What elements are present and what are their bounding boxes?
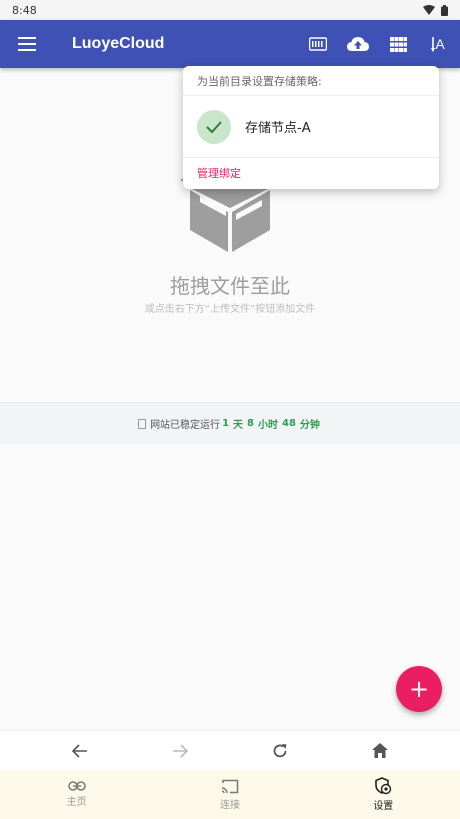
back-button[interactable]	[60, 736, 100, 766]
home-icon	[372, 743, 388, 758]
storage-policy-button[interactable]	[306, 32, 330, 56]
uptime-minutes-unit: 分钟	[299, 420, 320, 431]
storage-node-option[interactable]: 存储节点-A	[183, 96, 439, 158]
battery-icon	[441, 4, 448, 16]
link-icon	[67, 781, 86, 791]
popup-header: 为当前目录设置存储策略:	[183, 66, 439, 96]
tab-settings-label: 设置	[373, 801, 394, 812]
add-fab-button[interactable]: +	[396, 666, 442, 712]
uptime-hours-unit: 小时	[258, 420, 278, 431]
manage-bindings-link[interactable]: 管理绑定	[183, 158, 439, 188]
cloud-upload-icon	[347, 37, 369, 51]
uptime-minutes: 48	[282, 418, 296, 429]
arrow-right-icon	[173, 743, 188, 758]
grid-view-button[interactable]	[386, 32, 410, 56]
app-bar: LuoyeCloud A	[0, 20, 460, 68]
storage-node-label: 存储节点-A	[245, 121, 311, 136]
bottom-tab-bar: 主页 连接 设置	[0, 770, 460, 819]
status-time: 8:48	[12, 3, 37, 17]
upload-button[interactable]	[346, 32, 370, 56]
cast-icon	[221, 779, 239, 793]
arrow-left-icon	[72, 743, 87, 758]
uptime-prefix: 网站已稳定运行	[150, 420, 221, 431]
menu-button[interactable]	[0, 20, 54, 68]
check-icon	[206, 120, 222, 133]
reload-button[interactable]	[260, 736, 300, 766]
refresh-icon	[273, 743, 287, 757]
tab-connect-label: 连接	[219, 799, 240, 811]
app-title: LuoyeCloud	[72, 35, 165, 52]
storage-policy-popup: 为当前目录设置存储策略: 存储节点-A 管理绑定	[183, 66, 439, 189]
clock-icon	[138, 418, 147, 429]
tab-connect[interactable]: 连接	[185, 779, 275, 811]
status-bar: 8:48	[0, 0, 460, 20]
tab-home[interactable]: 主页	[32, 781, 122, 808]
sort-label: A	[435, 36, 445, 52]
tab-home-label: 主页	[66, 797, 87, 808]
grid-icon	[389, 36, 407, 52]
uptime-bar: 网站已稳定运行 1 天 8 小时 48 分钟	[0, 402, 460, 444]
storage-icon	[309, 37, 327, 51]
sort-button[interactable]: A	[426, 32, 450, 56]
browser-nav	[0, 730, 460, 770]
home-button[interactable]	[360, 736, 400, 766]
tab-settings[interactable]: 设置	[338, 777, 428, 812]
menu-icon	[18, 37, 36, 51]
settings-shield-icon	[375, 777, 392, 795]
uptime-days: 1	[222, 418, 230, 429]
empty-subtitle: 或点击右下方“上传文件”按钮添加文件	[144, 304, 316, 315]
empty-title: 拖拽文件至此	[170, 274, 290, 298]
wifi-icon	[423, 5, 435, 15]
uptime-hours: 8	[247, 418, 254, 429]
uptime-days-unit: 天	[233, 420, 244, 431]
forward-button[interactable]	[160, 736, 200, 766]
